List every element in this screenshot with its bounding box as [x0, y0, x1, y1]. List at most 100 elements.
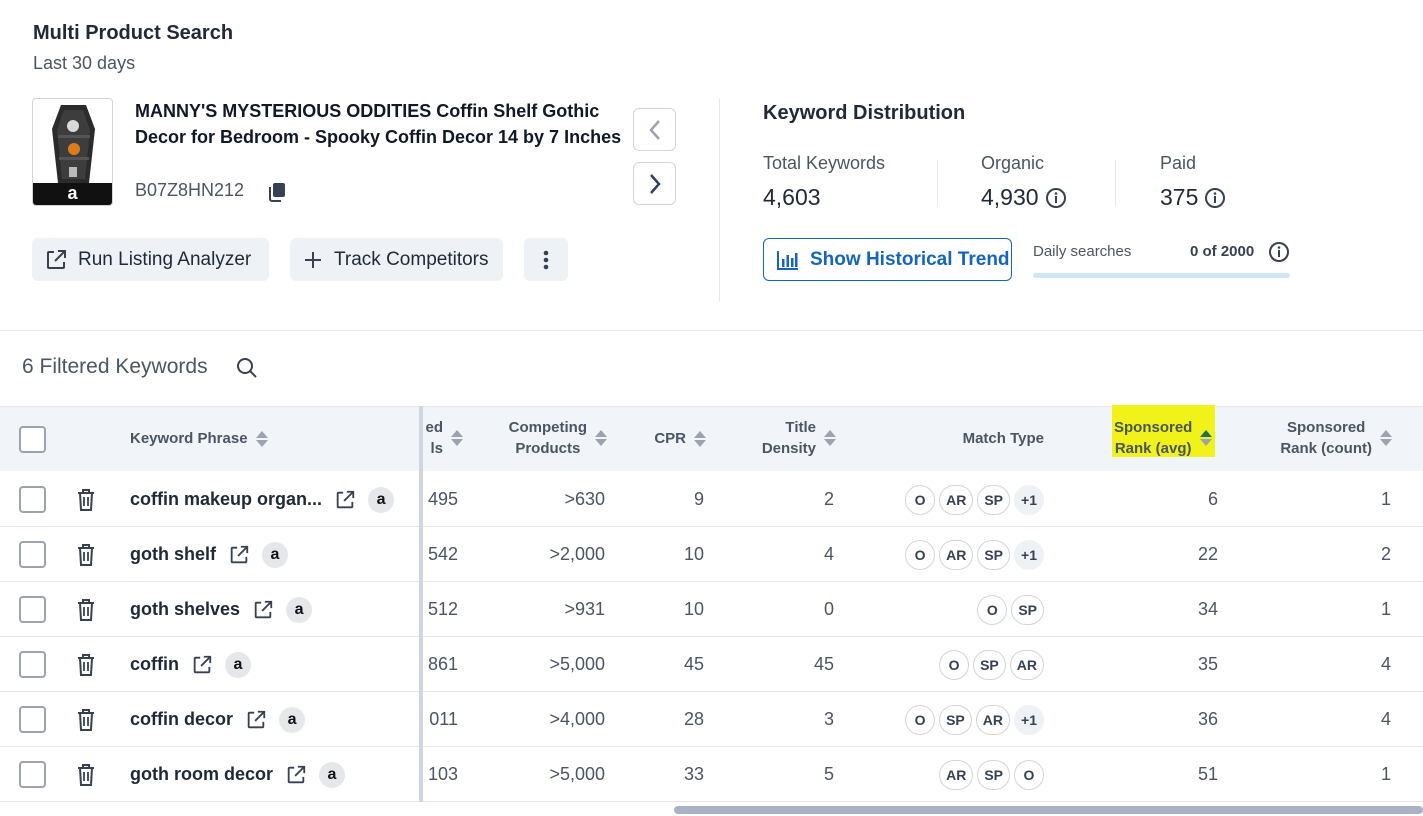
delete-button[interactable] [76, 637, 96, 692]
column-header-line: Products [515, 440, 581, 457]
info-icon[interactable] [1045, 187, 1067, 209]
cpr-cell: 9 [693, 489, 704, 509]
table-row[interactable]: coffin a 861 >5,000 45 45 O SP AR 35 4 [0, 637, 1423, 692]
row-checkbox[interactable] [19, 541, 46, 568]
info-icon[interactable] [1204, 187, 1226, 209]
table-row[interactable]: goth room decor a 103 >5,000 33 5 AR SP O … [0, 747, 1423, 802]
sticky-column-divider[interactable] [419, 406, 423, 802]
keyword-phrase[interactable]: goth room decor [130, 764, 273, 785]
track-competitors-button[interactable]: Track Competitors [290, 238, 503, 281]
column-header-cpr[interactable]: CPR [630, 428, 706, 449]
match-type-badge[interactable]: +1 [1014, 539, 1044, 570]
keyword-phrase[interactable]: goth shelf [130, 544, 216, 565]
title-density-cell: 4 [823, 544, 834, 564]
run-listing-analyzer-button[interactable]: Run Listing Analyzer [32, 238, 269, 281]
track-competitors-label: Track Competitors [334, 248, 489, 270]
row-checkbox[interactable] [19, 651, 46, 678]
delete-button[interactable] [76, 692, 96, 747]
horizontal-scrollbar[interactable] [674, 806, 1423, 814]
external-link-icon[interactable] [228, 544, 250, 566]
sort-icon [595, 430, 607, 446]
search-icon[interactable] [235, 356, 259, 380]
external-link-icon[interactable] [252, 599, 274, 621]
external-link-icon[interactable] [285, 764, 307, 786]
copy-icon[interactable] [266, 181, 288, 203]
delete-button[interactable] [76, 472, 96, 527]
column-header-sponsored-rank-avg[interactable]: Sponsored Rank (avg) [1114, 417, 1224, 459]
trash-icon [78, 543, 94, 566]
row-checkbox[interactable] [19, 706, 46, 733]
column-header-keyword[interactable]: Keyword Phrase [130, 428, 268, 449]
sort-icon [451, 430, 463, 446]
match-type-badge[interactable]: +1 [1014, 484, 1044, 515]
row-checkbox[interactable] [19, 596, 46, 623]
date-range-label: Last 30 days [33, 53, 136, 73]
column-header-searches[interactable]: ed ls [423, 417, 463, 459]
keyword-phrase[interactable]: coffin decor [130, 709, 233, 730]
keyword-phrase[interactable]: coffin [130, 654, 179, 675]
match-type-badge: O [905, 539, 936, 570]
show-historical-trend-button[interactable]: Show Historical Trend [763, 238, 1012, 281]
column-header-line: ed [425, 419, 443, 436]
sponsored-rank-avg-cell: 6 [1207, 489, 1218, 509]
select-all-checkbox[interactable] [19, 426, 46, 453]
bar-chart-icon [777, 250, 798, 270]
chevron-right-icon [649, 173, 661, 194]
amazon-icon[interactable]: a [286, 596, 313, 623]
amazon-icon[interactable]: a [368, 486, 395, 513]
filtered-keywords-count: 6 Filtered Keywords [22, 355, 208, 378]
match-type-cell: O AR SP +1 [860, 527, 1044, 582]
plus-icon [305, 251, 321, 268]
amazon-icon[interactable]: a [279, 706, 306, 733]
external-link-icon[interactable] [191, 654, 213, 676]
table-row[interactable]: coffin makeup organ... a 495 >630 9 2 OA… [0, 472, 1423, 527]
section-divider [0, 330, 1423, 331]
paid-number: 375 [1160, 184, 1199, 210]
page-title: Multi Product Search [33, 22, 234, 44]
row-checkbox[interactable] [19, 761, 46, 788]
amazon-icon[interactable]: a [262, 541, 288, 568]
match-type-badge: O [1014, 759, 1044, 790]
keyword-phrase[interactable]: goth shelves [130, 599, 240, 620]
product-title: MANNY'S MYSTERIOUS ODDITIES Coffin Shelf… [135, 101, 622, 147]
amazon-icon[interactable]: a [319, 761, 345, 788]
table-row[interactable]: coffin decor a 011 >4,000 28 3 O SP AR +1 3… [0, 692, 1423, 747]
match-type-badge: AR [939, 759, 974, 790]
trash-icon [78, 708, 94, 731]
delete-button[interactable] [76, 527, 96, 582]
next-product-button[interactable] [633, 162, 676, 205]
info-icon[interactable] [1268, 241, 1290, 263]
column-header-competing-products[interactable]: Competing Products [480, 417, 607, 459]
title-density-cell: 0 [823, 599, 834, 619]
table-row[interactable]: goth shelves a 512 >931 10 0 O SP 34 1 [0, 582, 1423, 637]
match-type-badge: O [905, 484, 936, 515]
competing-products-cell: >5,000 [549, 654, 605, 674]
sort-icon-active [1200, 430, 1213, 446]
column-header-label: ed ls [425, 417, 443, 459]
external-link-icon[interactable] [245, 709, 267, 731]
match-type-badge: SP [1011, 594, 1044, 625]
more-options-button[interactable] [524, 238, 568, 281]
cpr-cell: 33 [683, 764, 704, 784]
cpr-cell: 10 [683, 544, 704, 564]
column-header-title-density[interactable]: Title Density [740, 417, 836, 459]
previous-product-button[interactable] [633, 108, 676, 151]
table-row[interactable]: goth shelf a 542 >2,000 10 4 O AR SP +1 22 … [0, 527, 1423, 582]
delete-button[interactable] [76, 747, 96, 802]
searches-cell: 011 [429, 709, 458, 729]
keyword-phrase[interactable]: coffin makeup organ... [130, 489, 322, 510]
title-density-cell: 45 [813, 654, 834, 674]
match-type-badge[interactable]: +1 [1014, 704, 1044, 735]
match-type-badge: SP [977, 759, 1010, 790]
column-header-sponsored-rank-count[interactable]: Sponsored Rank (count) [1262, 417, 1392, 459]
column-header-match-type[interactable]: Match Type [930, 428, 1044, 449]
column-header-label: Competing Products [509, 417, 587, 459]
external-link-icon[interactable] [334, 489, 356, 511]
sort-icon [694, 430, 706, 447]
sort-icon [824, 430, 836, 446]
amazon-icon[interactable]: a [225, 651, 251, 678]
delete-button[interactable] [76, 582, 96, 637]
row-checkbox[interactable] [19, 486, 46, 513]
organic-label: Organic [981, 153, 1045, 173]
product-image[interactable]: a [32, 98, 113, 206]
